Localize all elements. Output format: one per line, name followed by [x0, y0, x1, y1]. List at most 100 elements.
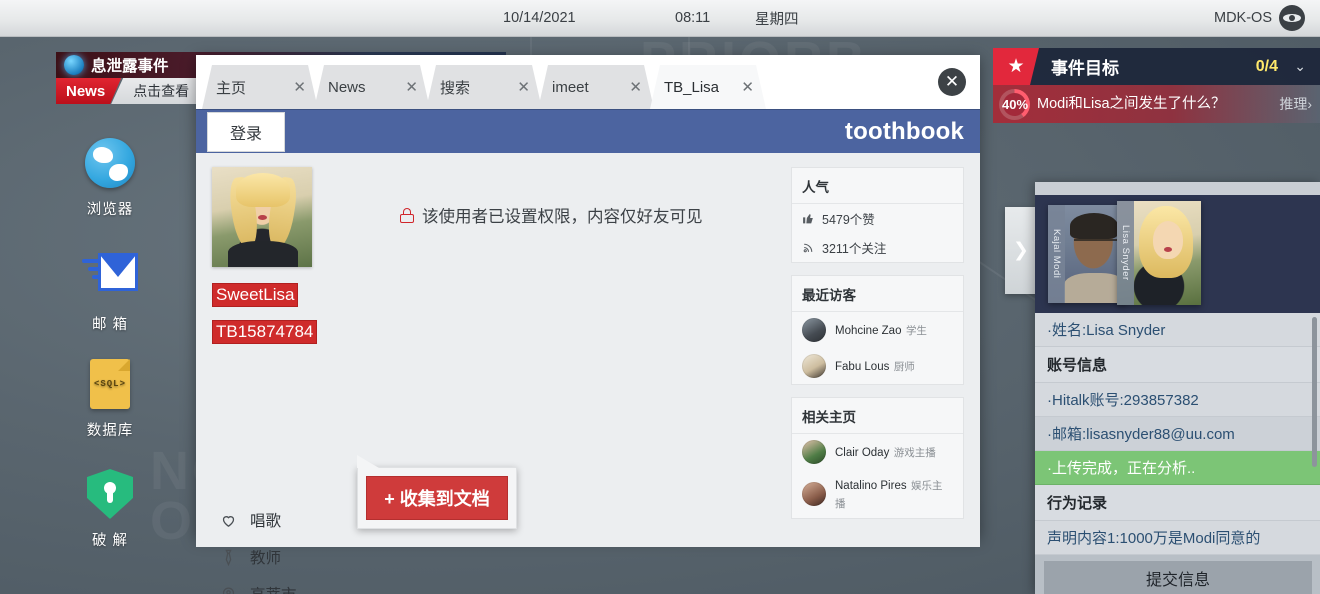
- profile-attribute-text: 教师: [250, 550, 282, 567]
- profile-avatar[interactable]: [212, 167, 312, 267]
- desktop-icon-browser[interactable]: 浏览器: [56, 138, 164, 219]
- event-goal-header: ★ 事件目标 0/4 ⌄: [993, 48, 1320, 85]
- avatar: [802, 482, 826, 506]
- sql-glyph-label: <SQL>: [93, 379, 126, 389]
- related-page-role: 游戏主播: [893, 447, 936, 459]
- character-card-lisa[interactable]: Lisa Snyder: [1117, 201, 1201, 305]
- event-goal-item[interactable]: 40% Modi和Lisa之间发生了什么？ 推理›: [993, 85, 1320, 123]
- profile-attribute-text: 唱歌: [250, 513, 282, 530]
- os-name-label: MDK-OS: [1214, 10, 1272, 26]
- related-page-item[interactable]: Natalino Pires 娱乐主播: [792, 470, 963, 518]
- tie-icon: [220, 549, 237, 566]
- login-button[interactable]: 登录: [207, 111, 286, 152]
- upload-status-line: ·上传完成，正在分析..: [1035, 451, 1320, 485]
- avatar: [802, 318, 826, 342]
- profile-main: SweetLisa TB15874784 该使用者已设置权限，内容仅好友可见 唱…: [212, 167, 775, 594]
- dossier-name-line[interactable]: ·姓名:Lisa Snyder: [1035, 313, 1320, 347]
- tab-label: TB_Lisa: [664, 78, 720, 96]
- profile-attribute-hobby: 唱歌: [220, 509, 297, 531]
- window-close-button[interactable]: ✕: [938, 68, 966, 96]
- related-page-item[interactable]: Clair Oday 游戏主播: [792, 434, 963, 470]
- visitor-list-item[interactable]: Mohcine Zao 学生: [792, 312, 963, 348]
- popularity-likes-text: 5479个赞: [822, 213, 875, 227]
- related-page-name: Natalino Pires: [835, 480, 907, 492]
- behavior-line-1[interactable]: 声明内容1:1000万是Modi同意的: [1035, 521, 1320, 555]
- site-brand: toothbook: [844, 117, 964, 145]
- desktop-icon-label: 破 解: [91, 533, 129, 549]
- desktop-icon-mail[interactable]: 邮 箱: [56, 248, 164, 334]
- profile-attribute-text: 高蒂市: [250, 583, 297, 594]
- visitor-list-item[interactable]: Fabu Lous 厨师: [792, 348, 963, 384]
- browser-window: 主页 ✕ News ✕ 搜索 ✕ imeet ✕ TB_Lisa ✕ ✕ 登录 …: [196, 55, 980, 594]
- profile-attribute-city: 高蒂市: [220, 583, 297, 594]
- behavior-section-title: 行为记录: [1035, 485, 1320, 521]
- site-header: 登录 toothbook: [196, 109, 980, 153]
- location-icon: [220, 586, 237, 594]
- tab-close-icon[interactable]: ✕: [405, 78, 418, 96]
- profile-attributes: 唱歌 教师: [220, 509, 297, 594]
- site-body: SweetLisa TB15874784 该使用者已设置权限，内容仅好友可见 唱…: [196, 153, 980, 594]
- privacy-notice: 该使用者已设置权限，内容仅好友可见: [400, 203, 703, 227]
- account-section-title: 账号信息: [1035, 347, 1320, 383]
- tab-label: 主页: [216, 79, 247, 97]
- browser-tab-tb-lisa[interactable]: TB_Lisa ✕: [650, 65, 766, 109]
- deduction-link[interactable]: 推理›: [1279, 94, 1312, 114]
- panel-expand-button[interactable]: ❯: [1005, 207, 1037, 294]
- tab-close-icon[interactable]: ✕: [741, 78, 754, 96]
- system-weekday: 星期四: [755, 11, 799, 28]
- event-goal-title: 事件目标: [1051, 59, 1119, 78]
- lock-icon: [400, 207, 414, 223]
- heart-icon: [220, 512, 237, 529]
- mail-icon: [56, 253, 164, 305]
- browser-tab-news[interactable]: News ✕: [314, 65, 430, 109]
- browser-tab-imeet[interactable]: imeet ✕: [538, 65, 654, 109]
- dossier-panel: Kajal Modi Lisa Snyder ·姓名:Lisa Snyder 账…: [1035, 182, 1320, 594]
- dossier-scroll-area[interactable]: ·姓名:Lisa Snyder 账号信息 ·Hitalk账号:293857382…: [1035, 313, 1320, 594]
- chevron-down-icon[interactable]: ⌄: [1294, 58, 1306, 75]
- character-card-modi[interactable]: Kajal Modi: [1048, 205, 1126, 303]
- tab-close-icon[interactable]: ✕: [293, 78, 306, 96]
- thumbs-up-icon: [802, 212, 815, 225]
- profile-name[interactable]: SweetLisa: [212, 283, 299, 307]
- profile-user-id[interactable]: TB15874784: [212, 320, 318, 344]
- popularity-card: 人气 5479个赞 3211个关注: [791, 167, 964, 263]
- news-headline: 息泄露事件: [91, 58, 169, 75]
- database-icon: <SQL>: [56, 359, 164, 411]
- popularity-follows-text: 3211个关注: [822, 242, 887, 256]
- desktop-icon-database[interactable]: <SQL> 数据库: [56, 358, 164, 440]
- recent-visitors-title: 最近访客: [792, 276, 963, 312]
- popularity-follows-row: 3211个关注: [792, 233, 963, 262]
- tab-close-icon[interactable]: ✕: [629, 78, 642, 96]
- visitor-role: 学生: [905, 325, 927, 337]
- dossier-scrollbar[interactable]: [1312, 317, 1317, 467]
- desktop-icon-crack[interactable]: 破 解: [56, 468, 164, 550]
- star-icon: ★: [993, 48, 1039, 85]
- character-card-name: Kajal Modi: [1048, 205, 1065, 303]
- system-time: 08:11: [675, 10, 711, 26]
- account-line-hitalk[interactable]: ·Hitalk账号:293857382: [1035, 383, 1320, 417]
- account-line-email[interactable]: ·邮箱:lisasnyder88@uu.com: [1035, 417, 1320, 451]
- character-card-tray: Kajal Modi Lisa Snyder: [1035, 195, 1320, 313]
- dossier-top-strip: [1035, 182, 1320, 195]
- news-badge: News: [56, 78, 121, 104]
- rss-icon: [802, 241, 815, 254]
- browser-tab-search[interactable]: 搜索 ✕: [426, 65, 542, 109]
- collect-to-document-button[interactable]: + 收集到文档: [366, 476, 508, 520]
- chevron-right-icon: ❯: [1013, 240, 1029, 261]
- news-globe-icon: [64, 55, 84, 75]
- browser-tab-home[interactable]: 主页 ✕: [202, 65, 318, 109]
- related-page-name: Clair Oday: [835, 447, 890, 459]
- tab-label: News: [328, 78, 366, 96]
- profile-attribute-job: 教师: [220, 546, 297, 568]
- submit-info-button[interactable]: 提交信息: [1044, 561, 1312, 594]
- collect-popup: + 收集到文档: [357, 455, 517, 529]
- system-date: 10/14/2021: [503, 10, 576, 26]
- shield-icon: [56, 469, 164, 521]
- tab-label: 搜索: [440, 79, 471, 97]
- privacy-notice-text: 该使用者已设置权限，内容仅好友可见: [422, 208, 703, 226]
- tab-close-icon[interactable]: ✕: [517, 78, 530, 96]
- visitor-name: Fabu Lous: [835, 361, 890, 373]
- character-card-name: Lisa Snyder: [1117, 201, 1134, 305]
- progress-percent: 40%: [1001, 96, 1029, 112]
- os-branding: MDK-OS: [1214, 5, 1305, 31]
